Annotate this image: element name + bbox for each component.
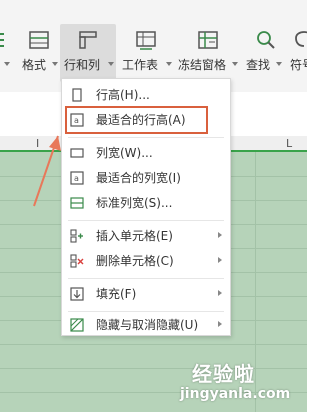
menu-item-label: 隐藏与取消隐藏(U) [96,318,199,332]
menu-item-delete-cells[interactable]: 删除单元格(C) [62,249,230,273]
symbol-button[interactable]: 符号 [288,26,307,88]
menu-item-autofit-column-width[interactable]: a 最适合的列宽(I) [62,166,230,190]
chevron-down-icon [276,62,282,66]
watermark: 经验啦 jingyanla.com [170,358,305,412]
menu-divider [68,137,224,138]
menu-item-label: 标准列宽(S)... [96,196,173,210]
symbol-label: 符号 [290,58,307,72]
grid-line [0,344,307,345]
watermark-url: jingyanla.com [180,386,291,402]
chevron-down-icon [52,62,58,66]
menu-item-fill[interactable]: 填充(F) [62,282,230,306]
svg-text:a: a [74,174,79,183]
menu-item-label: 填充(F) [96,287,137,301]
ribbon-partial-button[interactable] [0,26,14,88]
menu-divider [68,278,224,279]
search-button[interactable]: 查找 [246,26,286,88]
row-column-icon [79,31,97,49]
freeze-panes-icon [198,31,218,49]
chevron-down-icon [4,62,10,66]
menu-item-column-width[interactable]: 列宽(W)... [62,141,230,165]
symbol-icon [294,31,307,47]
chevron-down-icon [108,62,114,66]
menu-item-standard-column-width[interactable]: 标准列宽(S)... [62,191,230,215]
standard-column-width-icon [70,197,84,209]
column-header-l[interactable]: L [286,137,292,150]
search-label: 查找 [246,58,271,72]
chevron-down-icon [232,62,238,66]
highlight-annotation-box [65,106,208,134]
freeze-panes-label: 冻结窗格 [178,58,227,72]
watermark-title: 经验啦 [192,362,255,386]
format-icon [29,31,49,49]
menu-item-label: 删除单元格(C) [96,254,174,268]
delete-cells-icon [70,254,84,268]
row-column-label: 行和列 [64,58,101,72]
insert-cells-icon [70,229,83,243]
menu-item-hide-unhide[interactable]: 隐藏与取消隐藏(U) [62,313,230,337]
chevron-right-icon [218,257,222,263]
chevron-right-icon [218,321,222,327]
autofit-column-width-icon: a [70,171,84,185]
menu-item-row-height[interactable]: 行高(H)... [62,83,230,107]
format-label: 格式 [22,58,47,72]
worksheet-label: 工作表 [122,58,159,72]
chevron-down-icon [166,62,172,66]
menu-item-label: 最适合的列宽(I) [96,171,181,185]
search-icon [257,31,275,49]
chevron-right-icon [218,290,222,296]
menu-divider [68,311,224,312]
format-button[interactable]: 格式 [20,26,58,88]
worksheet-icon [136,31,156,50]
menu-item-label: 列宽(W)... [96,146,153,160]
menu-divider [68,220,224,221]
column-header-i[interactable]: I [36,137,39,150]
row-height-icon [72,88,82,102]
menu-item-label: 插入单元格(E) [96,229,173,243]
menu-item-label: 行高(H)... [96,88,150,102]
fill-icon [70,287,84,301]
column-width-icon [70,148,84,158]
hide-unhide-icon [70,318,84,332]
menu-item-insert-cells[interactable]: 插入单元格(E) [62,224,230,248]
partial-icon [0,33,4,47]
chevron-right-icon [218,232,222,238]
